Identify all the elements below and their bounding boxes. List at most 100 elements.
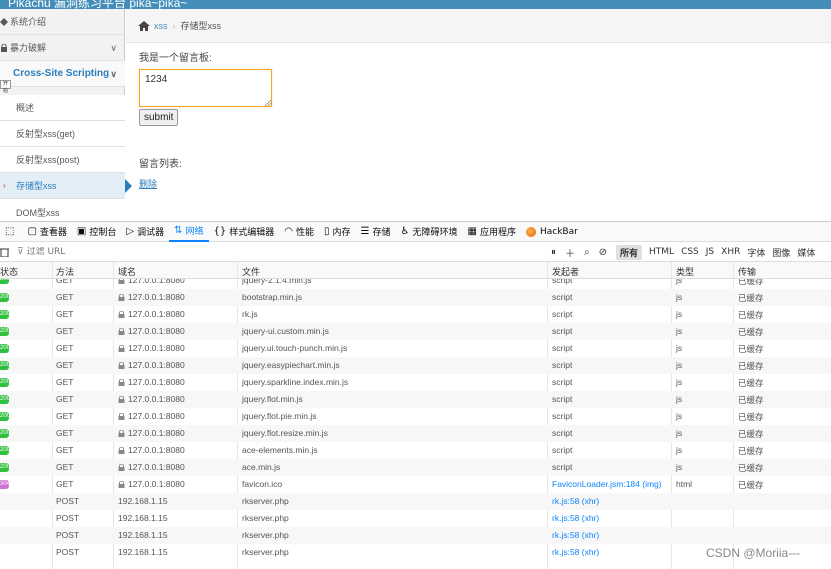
request-initiator: script xyxy=(552,394,573,404)
block-icon[interactable]: ⊘ xyxy=(599,247,607,258)
request-initiator: script xyxy=(552,309,573,319)
network-request-row[interactable]: 200 GET 127.0.0.1:8080 jquery.flot.pie.min.… xyxy=(0,408,831,425)
network-request-row[interactable]: 200 GET 127.0.0.1:8080 bootstrap.min.js scri… xyxy=(0,289,831,306)
network-request-row[interactable]: 200 GET 127.0.0.1:8080 jquery.sparkline.ind… xyxy=(0,374,831,391)
filter-all[interactable]: 所有 xyxy=(616,244,643,260)
watermark: CSDN @Moriia--- xyxy=(706,546,801,560)
network-request-row[interactable]: 200 GET 127.0.0.1:8080 jquery.easypiechart.… xyxy=(0,357,831,374)
lock-icon xyxy=(118,464,125,471)
message-board-label: 我是一个留言板: xyxy=(139,53,212,64)
request-type: js xyxy=(676,292,683,302)
network-request-row[interactable]: 200 GET 127.0.0.1:8080 rk.js script js 已缓存 xyxy=(0,306,831,323)
network-request-row[interactable]: 200 GET 127.0.0.1:8080 ace.min.js script js 已缓… xyxy=(0,459,831,476)
network-request-row[interactable]: 200 GET 127.0.0.1:8080 jquery.flot.min.js sc… xyxy=(0,391,831,408)
tab-network[interactable]: ⇅ 网络 xyxy=(169,221,209,242)
request-initiator[interactable]: rk.js:58 (xhr) xyxy=(552,513,599,523)
home-icon[interactable] xyxy=(138,20,150,31)
column-type[interactable]: 类型 xyxy=(676,265,694,278)
network-filter-bar: ⊽ ⏸ ＋ ⌕ ⊘ 所有 HTML CSS JS XHR 字体 图像 媒体 xyxy=(0,242,831,262)
request-file: jquery.flot.min.js xyxy=(242,394,303,404)
column-status[interactable]: 状态 xyxy=(0,265,18,278)
sidebar-item-label: 反射型xss(get) xyxy=(16,129,76,139)
request-initiator[interactable]: rk.js:58 (xhr) xyxy=(552,547,599,557)
request-method: POST xyxy=(56,513,80,523)
tab-debugger[interactable]: ▷ 调试器 xyxy=(121,221,169,242)
tab-application[interactable]: ▦ 应用程序 xyxy=(463,221,521,242)
network-request-row[interactable]: POST 192.168.1.15 rkserver.php rk.js:58 (xh… xyxy=(0,493,831,510)
tab-performance[interactable]: ◠ 性能 xyxy=(279,221,319,242)
request-type: html xyxy=(676,479,693,489)
network-request-row[interactable]: 200 GET 127.0.0.1:8080 jquery-2.1.4.min.js s… xyxy=(0,279,831,289)
request-file: rkserver.php xyxy=(242,513,289,523)
request-domain: 192.168.1.15 xyxy=(118,547,168,557)
pause-icon[interactable]: ⏸ xyxy=(551,247,556,258)
column-transferred[interactable]: 传输 xyxy=(738,265,756,278)
tab-accessibility[interactable]: ♿ 无障碍环境 xyxy=(396,221,463,242)
request-type: js xyxy=(676,394,683,404)
request-type: js xyxy=(676,411,683,421)
column-method[interactable]: 方法 xyxy=(56,265,74,278)
network-request-row[interactable]: 200 GET 127.0.0.1:8080 ace-elements.min.js s… xyxy=(0,442,831,459)
request-transferred: 已缓存 xyxy=(738,293,764,303)
sidebar-item-stored-xss[interactable]: › 存储型xss xyxy=(0,173,132,199)
request-file: ace.min.js xyxy=(242,462,281,472)
tab-memory[interactable]: ▯ 内存 xyxy=(319,221,356,242)
app-title: Pikachu 漏洞练习平台 pika~pika~ xyxy=(8,0,188,9)
diamond-icon xyxy=(0,17,8,26)
submit-button[interactable]: submit xyxy=(139,109,179,126)
sidebar-item-overview[interactable]: 概述 xyxy=(0,95,125,121)
column-domain[interactable]: 域名 xyxy=(118,265,136,278)
request-domain: 127.0.0.1:8080 xyxy=(118,360,185,370)
sidebar-item-intro[interactable]: 系统介绍 xyxy=(0,9,125,35)
sidebar-item-xss[interactable]: Cross-Site Scripting ∨ xyxy=(0,61,125,87)
network-request-row[interactable]: 304 GET 127.0.0.1:8080 favicon.ico FaviconLo… xyxy=(0,476,831,493)
column-file[interactable]: 文件 xyxy=(242,265,260,278)
devtools-toolbar: ⬚ ▢ 查看器 ▣ 控制台 ▷ 调试器 ⇅ 网络 {} 样式编辑器 ◠ 性能 ▯ 内存 ☰ 存储… xyxy=(0,221,831,242)
network-request-row[interactable]: 200 GET 127.0.0.1:8080 jquery.ui.touch-punc… xyxy=(0,340,831,357)
search-icon[interactable]: ⌕ xyxy=(584,247,590,258)
filter-url-input[interactable] xyxy=(26,246,327,257)
request-initiator: script xyxy=(552,462,573,472)
filter-js[interactable]: JS xyxy=(706,247,714,257)
pick-element-button[interactable]: ⬚ xyxy=(0,221,22,242)
filter-css[interactable]: CSS xyxy=(681,247,699,257)
request-method: POST xyxy=(56,496,80,506)
tab-inspector[interactable]: ▢ 查看器 xyxy=(22,221,71,242)
request-initiator[interactable]: FaviconLoader.jsm:184 (img) xyxy=(552,479,662,489)
tab-hackbar[interactable]: HackBar xyxy=(521,221,583,242)
network-request-row[interactable]: POST 192.168.1.15 rkserver.php rk.js:58 (xh… xyxy=(0,527,831,544)
application-icon: ▦ xyxy=(467,226,477,237)
network-request-row[interactable]: 200 GET 127.0.0.1:8080 jquery.flot.resize.m… xyxy=(0,425,831,442)
sidebar-item-bruteforce[interactable]: 暴力破解 ∨ xyxy=(0,35,125,61)
filter-fonts[interactable]: 字体 xyxy=(747,246,765,259)
resize-grip-icon[interactable] xyxy=(264,99,271,106)
filter-xhr[interactable]: XHR xyxy=(721,247,740,257)
column-initiator[interactable]: 发起者 xyxy=(552,265,579,278)
request-method: GET xyxy=(56,360,74,370)
request-initiator: script xyxy=(552,411,573,421)
request-method: GET xyxy=(56,394,74,404)
network-request-row[interactable]: 200 GET 127.0.0.1:8080 jquery-ui.custom.min… xyxy=(0,323,831,340)
filter-html[interactable]: HTML xyxy=(649,247,674,257)
request-file: favicon.ico xyxy=(242,479,283,489)
lock-icon xyxy=(118,379,125,386)
network-request-row[interactable]: POST 192.168.1.15 rkserver.php rk.js:58 (xh… xyxy=(0,510,831,527)
trash-icon[interactable] xyxy=(0,247,9,257)
request-method: GET xyxy=(56,326,74,336)
tab-style-editor[interactable]: {} 样式编辑器 xyxy=(209,221,280,242)
request-file: jquery.flot.pie.min.js xyxy=(242,411,317,421)
delete-link[interactable]: 删除 xyxy=(139,177,157,190)
message-textarea[interactable]: 1234 xyxy=(139,69,272,107)
plus-icon[interactable]: ＋ xyxy=(565,245,575,260)
request-initiator[interactable]: rk.js:58 (xhr) xyxy=(552,530,599,540)
breadcrumb-xss-link[interactable]: xss xyxy=(154,21,168,31)
request-file: rkserver.php xyxy=(242,496,289,506)
sidebar-item-reflected-post[interactable]: 反射型xss(post) xyxy=(0,147,125,173)
status-badge: 200 xyxy=(0,361,11,370)
request-initiator[interactable]: rk.js:58 (xhr) xyxy=(552,496,599,506)
sidebar-item-reflected-get[interactable]: 反射型xss(get) xyxy=(0,121,125,147)
filter-images[interactable]: 图像 xyxy=(772,246,790,259)
filter-media[interactable]: 媒体 xyxy=(797,246,815,259)
tab-console[interactable]: ▣ 控制台 xyxy=(72,221,121,242)
tab-storage[interactable]: ☰ 存储 xyxy=(356,221,396,242)
